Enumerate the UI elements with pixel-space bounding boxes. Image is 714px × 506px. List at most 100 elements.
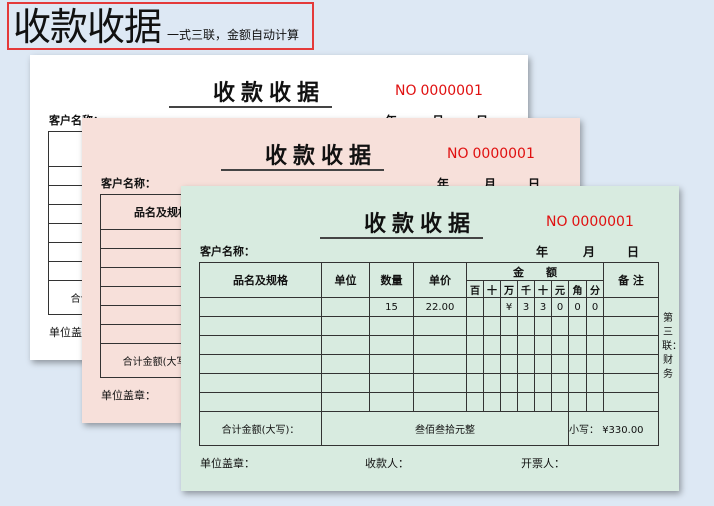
amount-digit bbox=[483, 373, 501, 393]
qty-cell[interactable]: 15 bbox=[369, 297, 414, 317]
no-label: NO bbox=[395, 83, 417, 99]
amount-digit bbox=[568, 316, 587, 336]
amount-digit bbox=[517, 354, 535, 374]
digit-header: 元 bbox=[551, 280, 569, 298]
amount-digit bbox=[466, 392, 484, 412]
amount-digit: 0 bbox=[568, 297, 587, 317]
small-label: 小写： bbox=[569, 425, 600, 436]
amount-digit bbox=[551, 316, 569, 336]
amount-digit bbox=[466, 373, 484, 393]
price-cell[interactable] bbox=[413, 316, 467, 336]
note-cell[interactable] bbox=[603, 354, 659, 374]
amount-digit bbox=[534, 316, 552, 336]
amount-digit bbox=[568, 373, 587, 393]
digit-header: 十 bbox=[534, 280, 552, 298]
amount-digit: 3 bbox=[517, 297, 535, 317]
amount-digit bbox=[551, 392, 569, 412]
amount-digit bbox=[483, 392, 501, 412]
amount-digit: 0 bbox=[586, 297, 604, 317]
table-row bbox=[199, 316, 659, 336]
receipt-title: 收款收据 bbox=[264, 144, 377, 169]
amount-digit bbox=[500, 354, 518, 374]
note-cell[interactable] bbox=[603, 392, 659, 412]
item-cell[interactable] bbox=[199, 316, 322, 336]
note-cell[interactable] bbox=[603, 373, 659, 393]
price-cell[interactable]: 22.00 bbox=[413, 297, 467, 317]
payee-label: 收款人： bbox=[365, 457, 409, 470]
amount-digit bbox=[586, 392, 604, 412]
item-cell[interactable] bbox=[199, 354, 322, 374]
digit-header: 万 bbox=[500, 280, 518, 298]
receipt-number: NO 0000001 bbox=[542, 214, 634, 230]
no-label: NO bbox=[447, 146, 469, 162]
stamp-label: 单位盖章： bbox=[101, 389, 156, 402]
item-cell[interactable] bbox=[199, 297, 322, 317]
qty-cell[interactable] bbox=[369, 335, 414, 355]
digit-header: 百 bbox=[466, 280, 484, 298]
stamp-label: 单位盖章： bbox=[200, 457, 255, 470]
amount-digit: 0 bbox=[551, 297, 569, 317]
total-label: 合计金额(大写)： bbox=[199, 411, 322, 446]
unit-cell[interactable] bbox=[321, 335, 370, 355]
customer-label: 客户名称： bbox=[200, 245, 255, 258]
amount-digit bbox=[586, 373, 604, 393]
amount-digit bbox=[466, 316, 484, 336]
amount-digit bbox=[483, 316, 501, 336]
header-unit: 单位 bbox=[321, 262, 370, 298]
table-row bbox=[199, 392, 659, 412]
qty-cell[interactable] bbox=[369, 392, 414, 412]
price-cell[interactable] bbox=[413, 392, 467, 412]
price-cell[interactable] bbox=[413, 354, 467, 374]
amount-digit bbox=[586, 316, 604, 336]
title-underline bbox=[320, 237, 483, 239]
header-note: 备 注 bbox=[603, 262, 659, 298]
header-price: 单价 bbox=[413, 262, 467, 298]
unit-cell[interactable] bbox=[321, 354, 370, 374]
header-banner: 收款收据 一式三联，金额自动计算 bbox=[7, 2, 314, 50]
amount-digit bbox=[500, 335, 518, 355]
small-value: ¥330.00 bbox=[602, 425, 644, 436]
digit-header: 千 bbox=[517, 280, 535, 298]
price-cell[interactable] bbox=[413, 335, 467, 355]
item-cell[interactable] bbox=[199, 392, 322, 412]
note-cell[interactable] bbox=[603, 335, 659, 355]
qty-cell[interactable] bbox=[369, 316, 414, 336]
amount-digit bbox=[534, 392, 552, 412]
day-label: 日 bbox=[627, 245, 640, 259]
amount-digit bbox=[534, 373, 552, 393]
amount-digit bbox=[568, 354, 587, 374]
receipt-card-green: 收款收据 NO 0000001 客户名称： 年 月 日 品名及规格 单位 数量 单… bbox=[181, 186, 679, 491]
amount-digit bbox=[517, 316, 535, 336]
copy-label: 第三联：财务 bbox=[662, 313, 679, 380]
item-cell[interactable] bbox=[199, 373, 322, 393]
issuer-label: 开票人： bbox=[521, 457, 565, 470]
note-cell[interactable] bbox=[603, 297, 659, 317]
receipt-number: NO 0000001 bbox=[443, 146, 535, 162]
receipt-title: 收款收据 bbox=[363, 212, 476, 237]
amount-digit bbox=[466, 297, 484, 317]
amount-digit bbox=[483, 335, 501, 355]
qty-cell[interactable] bbox=[369, 354, 414, 374]
item-cell[interactable] bbox=[199, 335, 322, 355]
receipt-number: NO 0000001 bbox=[391, 83, 483, 99]
total-small[interactable]: 小写： ¥330.00 bbox=[568, 411, 659, 446]
amount-digit: ¥ bbox=[500, 297, 518, 317]
unit-cell[interactable] bbox=[321, 316, 370, 336]
table-row bbox=[199, 373, 659, 393]
digit-header: 分 bbox=[586, 280, 604, 298]
unit-cell[interactable] bbox=[321, 297, 370, 317]
price-cell[interactable] bbox=[413, 373, 467, 393]
qty-cell[interactable] bbox=[369, 373, 414, 393]
year-label: 年 bbox=[536, 245, 549, 259]
total-words[interactable]: 叁佰叁拾元整 bbox=[321, 411, 569, 446]
amount-digit bbox=[483, 354, 501, 374]
unit-cell[interactable] bbox=[321, 373, 370, 393]
amount-digit bbox=[500, 316, 518, 336]
amount-digit bbox=[551, 354, 569, 374]
amount-digit bbox=[534, 335, 552, 355]
note-cell[interactable] bbox=[603, 316, 659, 336]
amount-digit bbox=[551, 373, 569, 393]
receipt-title: 收款收据 bbox=[212, 81, 325, 106]
unit-cell[interactable] bbox=[321, 392, 370, 412]
no-label: NO bbox=[546, 214, 568, 230]
